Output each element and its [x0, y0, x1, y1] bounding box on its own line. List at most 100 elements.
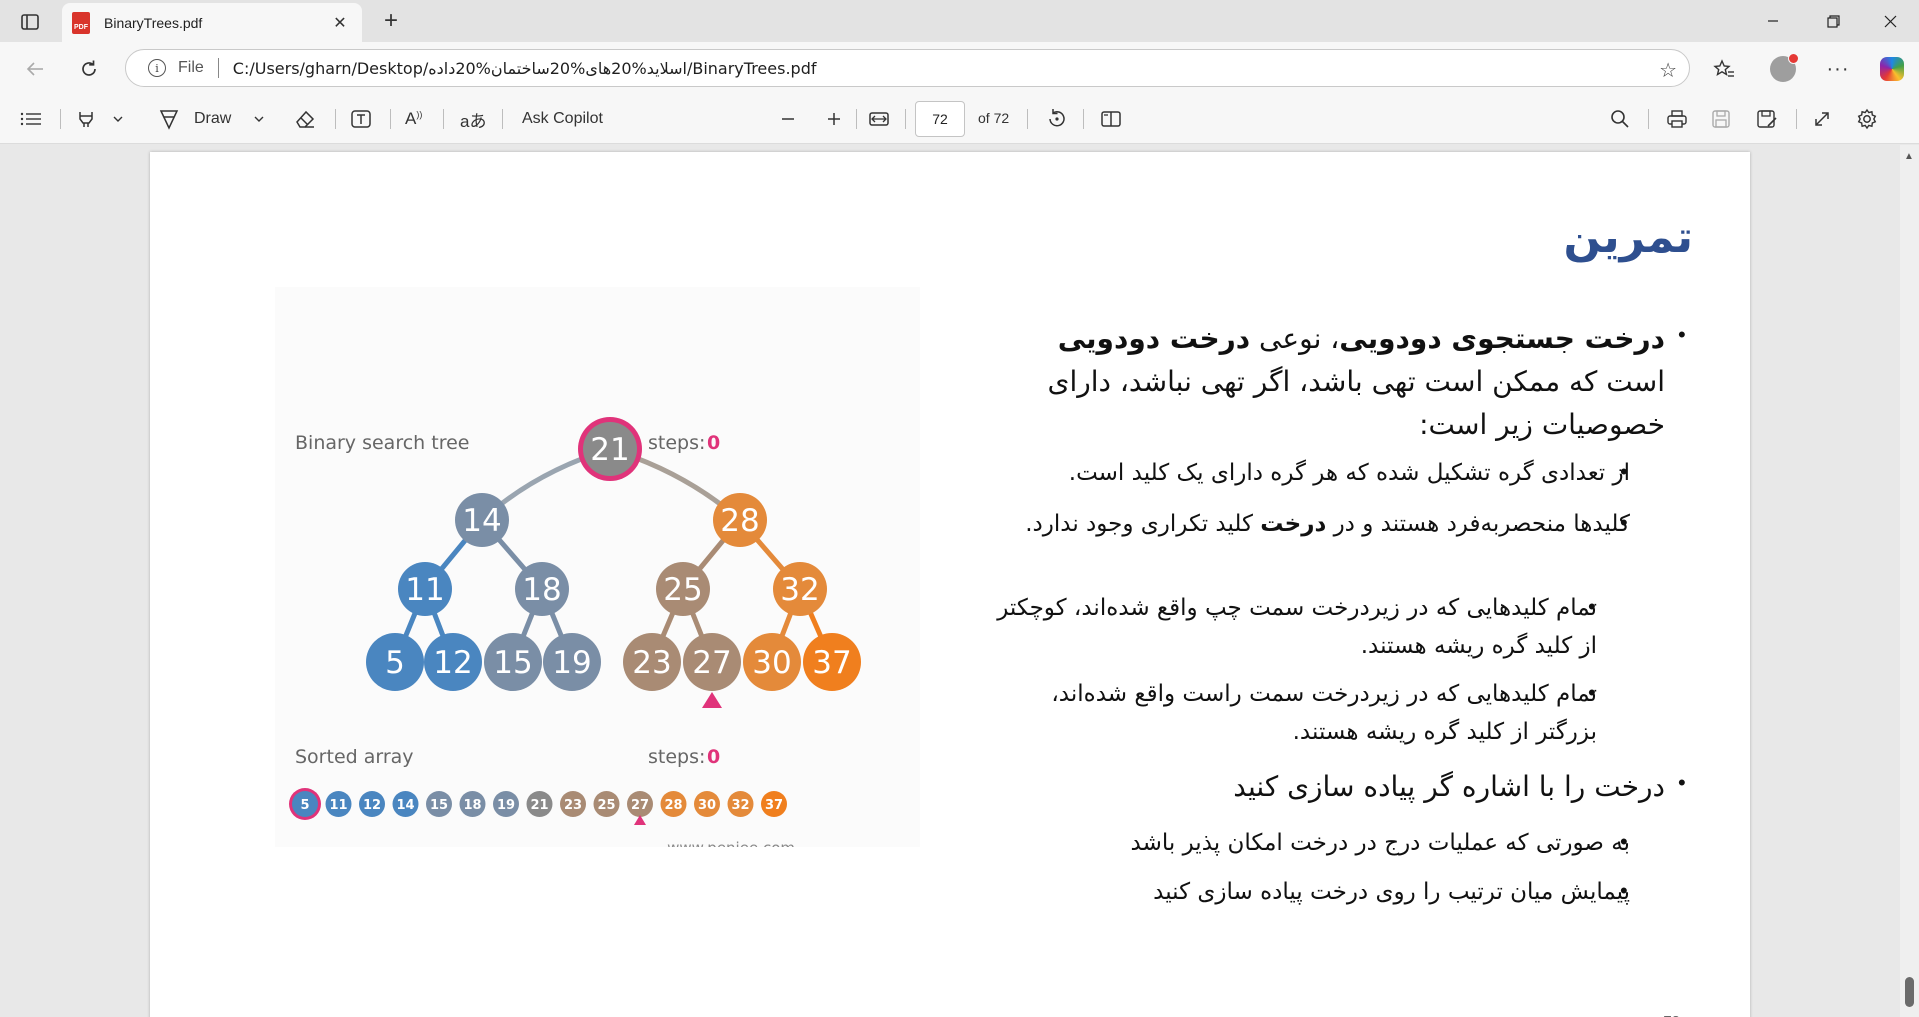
tree-node-label: 14 [462, 503, 501, 539]
expand-icon [1815, 112, 1829, 126]
draw-dropdown[interactable] [253, 103, 265, 135]
save-as-button[interactable] [1756, 103, 1778, 135]
save-as-icon [1757, 110, 1777, 128]
new-tab-button[interactable]: + [376, 6, 406, 36]
page-number-input[interactable]: 72 [915, 101, 965, 137]
printer-icon [1667, 110, 1687, 128]
ask-copilot-button[interactable]: Ask Copilot [522, 103, 603, 135]
gear-icon [1857, 108, 1877, 130]
array-cell-label: 23 [564, 798, 582, 813]
translate-icon: aあ [460, 111, 487, 131]
array-pointer-marker [634, 815, 646, 825]
bullet-1-text: درخت جستجوی دودویی، نوعی درخت دودویی است… [1015, 317, 1665, 446]
figure-credit: www.penjee.com [667, 839, 795, 847]
save-button[interactable] [1711, 103, 1731, 135]
sidebar-toggle-icon [21, 14, 39, 30]
url-text[interactable]: C:/Users/gharn/Desktop/اسلاید%20های%20سا… [233, 59, 817, 78]
restore-icon [1826, 14, 1840, 28]
array-title: Sorted array [295, 746, 414, 768]
erase-button[interactable] [294, 103, 316, 135]
plus-icon [828, 113, 840, 125]
tree-node-label: 23 [632, 645, 671, 681]
scroll-thumb[interactable] [1905, 977, 1914, 1007]
ask-copilot-label: Ask Copilot [522, 110, 603, 127]
reload-button[interactable] [72, 52, 106, 86]
tree-node-label: 15 [493, 645, 532, 681]
highlight-dropdown[interactable] [112, 103, 124, 135]
close-tab-icon[interactable]: ✕ [328, 11, 352, 35]
chevron-down-icon [113, 116, 123, 122]
url-scheme: File [178, 59, 204, 76]
contents-button[interactable] [20, 103, 42, 135]
zoom-in-button[interactable] [826, 103, 842, 135]
back-button[interactable] [18, 52, 52, 86]
add-text-button[interactable] [350, 103, 372, 135]
minimize-icon [1768, 20, 1778, 22]
rotate-button[interactable] [1045, 103, 1067, 135]
rotate-icon [1049, 109, 1065, 127]
array-cell-label: 15 [430, 798, 448, 813]
find-button[interactable] [1610, 103, 1630, 135]
draw-label: Draw [194, 110, 232, 127]
tree-node-label: 18 [522, 572, 561, 608]
tab-strip: PDF BinaryTrees.pdf ✕ + [0, 0, 1919, 42]
restore-button[interactable] [1805, 0, 1861, 42]
array-cell-label: 37 [765, 798, 783, 813]
fit-page-button[interactable] [868, 103, 890, 135]
tree-node-label: 32 [780, 572, 819, 608]
url-separator [217, 58, 219, 78]
array-cell-label: 25 [597, 798, 615, 813]
save-icon [1712, 110, 1730, 128]
chevron-down-icon [254, 116, 264, 122]
plain-text: است که ممکن است تهی باشد، اگر تهی نباشد،… [1047, 365, 1665, 441]
tree-node-label: 28 [720, 503, 759, 539]
draw-button[interactable]: Draw [158, 103, 231, 135]
array-steps-label: steps: [648, 746, 705, 768]
tree-node-label: 27 [692, 645, 731, 681]
minus-icon [782, 118, 794, 120]
page-view-button[interactable] [1100, 103, 1122, 135]
text-box-icon [351, 110, 371, 128]
settings-button[interactable] [1856, 103, 1878, 135]
close-window-button[interactable] [1862, 0, 1918, 42]
highlight-button[interactable] [76, 103, 96, 135]
toolbar-divider [905, 109, 906, 129]
vertical-scrollbar[interactable]: ▲ [1900, 145, 1919, 1017]
read-aloud-button[interactable]: A)) [405, 103, 422, 135]
translate-button[interactable]: aあ [460, 103, 486, 135]
toolbar-divider [856, 109, 857, 129]
fit-width-icon [869, 112, 889, 126]
favorite-star-icon[interactable]: ☆ [1659, 58, 1677, 83]
fullscreen-button[interactable] [1812, 103, 1832, 135]
array-cell-label: 18 [463, 798, 481, 813]
array-cell-label: 32 [731, 798, 749, 813]
copilot-button[interactable] [1875, 52, 1909, 86]
tree-steps-label: steps: [648, 432, 705, 454]
address-bar[interactable]: i File C:/Users/gharn/Desktop/اسلاید%20ه… [125, 49, 1690, 87]
toolbar-divider [443, 109, 444, 129]
favorites-button[interactable] [1707, 52, 1741, 86]
bold-term: درخت [1260, 511, 1327, 537]
tab-active[interactable]: PDF BinaryTrees.pdf ✕ [62, 3, 362, 42]
sub-bullet-6: پیمایش میان ترتیب را روی درخت پیاده سازی… [1153, 879, 1630, 905]
profile-button[interactable] [1766, 52, 1800, 86]
info-icon[interactable]: i [148, 59, 166, 77]
avatar [1770, 53, 1799, 82]
tab-actions-button[interactable] [10, 8, 50, 36]
array-cell-label: 19 [497, 798, 515, 813]
minimize-button[interactable] [1745, 0, 1801, 42]
array-cell-label: 27 [631, 798, 649, 813]
tree-pointer-marker [702, 692, 722, 708]
print-button[interactable] [1666, 103, 1688, 135]
tree-node-label: 19 [552, 645, 591, 681]
more-menu-button[interactable]: ··· [1821, 52, 1855, 86]
array-cell-label: 14 [396, 798, 414, 813]
document-viewport[interactable]: تمرین • درخت جستجوی دودویی، نوعی درخت دو… [0, 145, 1900, 1017]
toolbar-divider [390, 109, 391, 129]
zoom-out-button[interactable] [780, 103, 796, 135]
array-steps-value: 0 [707, 746, 720, 768]
tree-node-label: 37 [812, 645, 851, 681]
address-row: i File C:/Users/gharn/Desktop/اسلاید%20ه… [0, 42, 1919, 94]
bold-term: درخت دودویی [1057, 322, 1251, 355]
scroll-up-arrow-icon[interactable]: ▲ [1904, 151, 1914, 162]
